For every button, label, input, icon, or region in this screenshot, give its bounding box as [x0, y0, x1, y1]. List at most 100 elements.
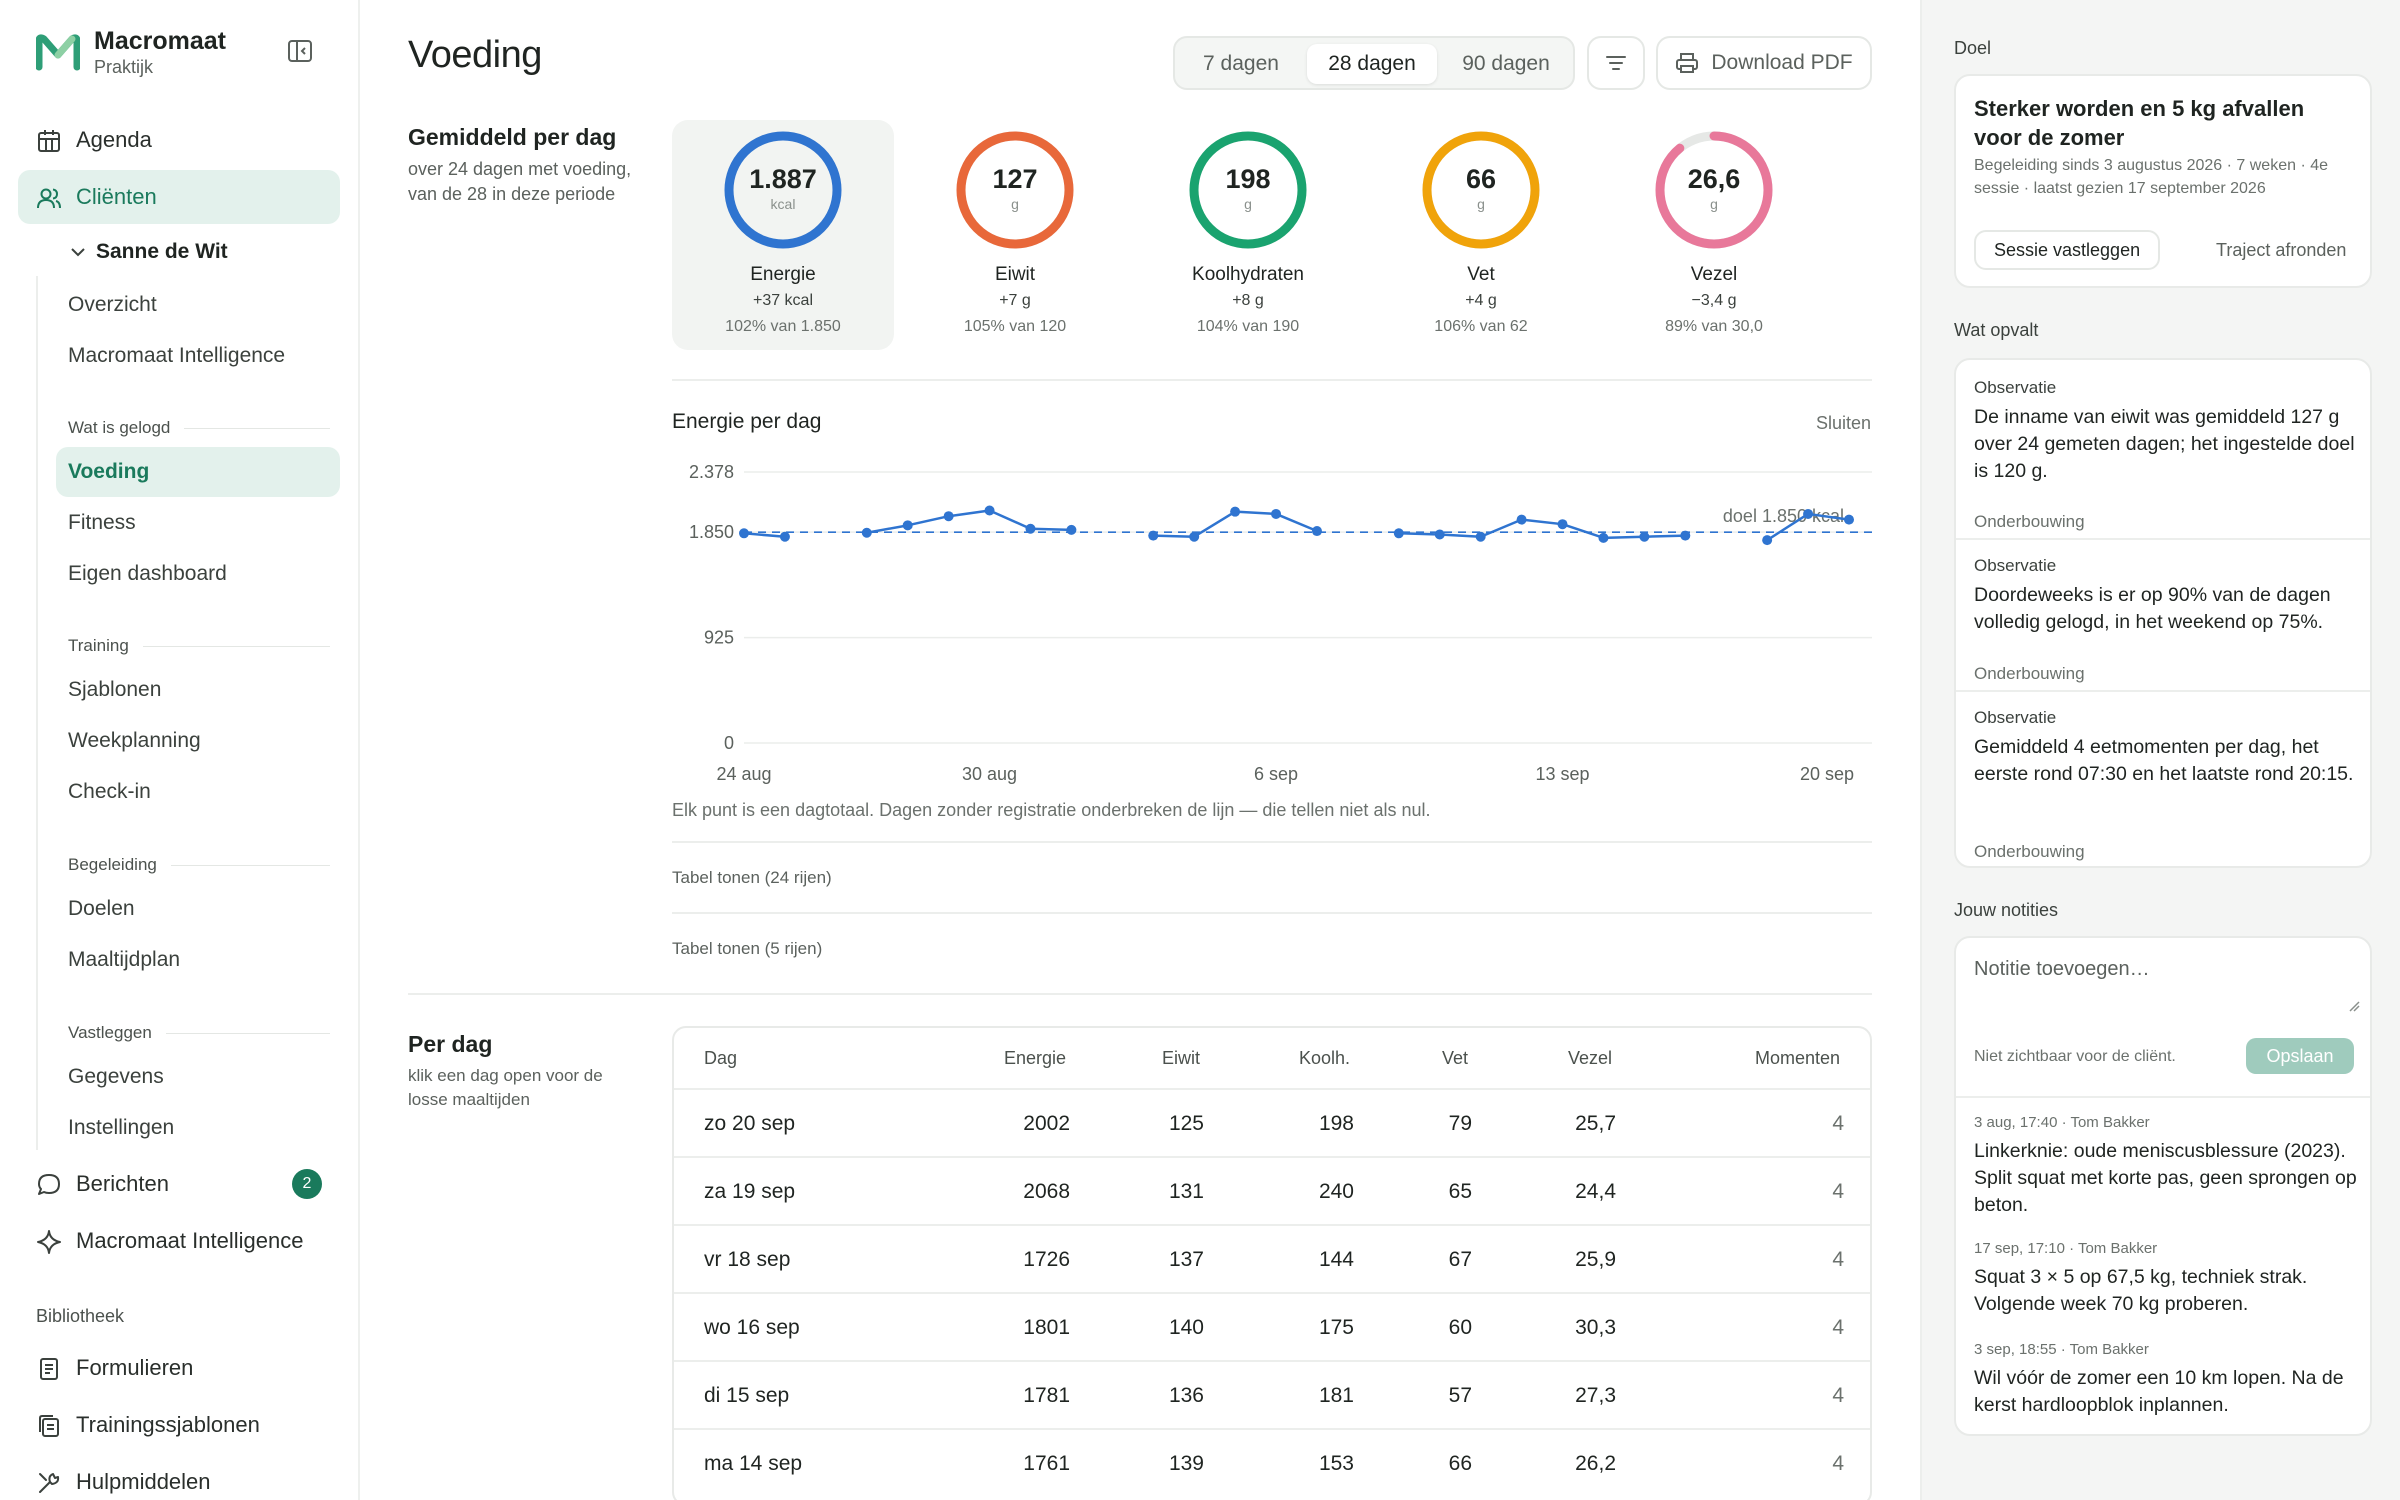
series-line — [866, 509, 1072, 534]
column-header[interactable]: Vezel — [1568, 1048, 1612, 1069]
nav-messages-label: Berichten — [76, 1171, 169, 1196]
nav-resources[interactable]: Hulpmiddelen — [18, 1455, 340, 1500]
data-point — [1516, 514, 1527, 525]
sidebar-item-checkin[interactable]: Check-in — [56, 767, 340, 817]
resize-handle-icon[interactable] — [2348, 1000, 2360, 1012]
sidebar-item-overview[interactable]: Overzicht — [56, 280, 340, 330]
record-session-button[interactable]: Sessie vastleggen — [1974, 230, 2161, 270]
tools-icon — [39, 1473, 60, 1493]
brand[interactable]: Macromaat Praktijk — [36, 26, 226, 78]
table-row[interactable]: zo 20 sep 2002 125 198 79 25,7 4 — [674, 1088, 1870, 1156]
range-28-days[interactable]: 28 dagen — [1307, 44, 1437, 84]
table-row[interactable]: di 15 sep 1781 136 181 57 27,3 4 — [674, 1360, 1870, 1428]
macro-2[interactable]: 198 g Koolhydraten +8 g 104% van 190 — [1137, 120, 1359, 350]
sidebar-item-goals[interactable]: Doelen — [56, 884, 340, 934]
observations-card: Observatie De inname van eiwit was gemid… — [1954, 358, 2372, 868]
table-cell: 4 — [1832, 1248, 1844, 1271]
download-pdf-button[interactable]: Download PDF — [1656, 36, 1872, 90]
client-name: Sanne de Wit — [96, 240, 228, 263]
note-text: Linkerknie: oude meniscusblessure (2023)… — [1974, 1140, 2357, 1216]
table-row[interactable]: ma 14 sep 1761 139 153 66 26,2 4 — [674, 1428, 1870, 1496]
energy-chart-title: Energie per dag — [672, 410, 822, 433]
column-header[interactable]: Koolh. — [1299, 1048, 1350, 1069]
sidebar-item-templates[interactable]: Sjablonen — [56, 665, 340, 715]
sidebar-item-label: Gegevens — [68, 1065, 164, 1088]
goal-title: Sterker worden en 5 kg afvallen voor de … — [1974, 96, 2305, 150]
table-cell: 125 — [1168, 1112, 1204, 1135]
table-cell: 1781 — [1023, 1384, 1070, 1407]
nav-training-templates[interactable]: Trainingssjablonen — [18, 1398, 340, 1452]
column-header[interactable]: Vet — [1442, 1048, 1468, 1069]
table-cell: 4 — [1832, 1452, 1844, 1475]
sidebar-item-week-planning[interactable]: Weekplanning — [56, 716, 340, 766]
note-input[interactable]: Notitie toevoegen… — [1974, 958, 2354, 981]
show-table-5-rows[interactable]: Tabel tonen (5 rijen) — [672, 939, 822, 959]
macro-1[interactable]: 127 g Eiwit +7 g 105% van 120 — [904, 120, 1126, 350]
data-point — [779, 531, 790, 542]
table-cell: 25,7 — [1575, 1112, 1616, 1135]
table-row[interactable]: za 19 sep 2068 131 240 65 24,4 4 — [674, 1156, 1870, 1224]
filter-button[interactable] — [1587, 36, 1645, 90]
per-day-subtitle: klik een dag open voor de losse maaltijd… — [408, 1066, 603, 1109]
macro-0[interactable]: 1.887 kcal Energie +37 kcal 102% van 1.850 — [672, 120, 894, 350]
nav-forms[interactable]: Formulieren — [18, 1341, 340, 1395]
x-tick-label: 30 aug — [962, 764, 1017, 784]
column-header[interactable]: Dag — [704, 1048, 737, 1069]
macro-unit: g — [1244, 196, 1252, 212]
chart-close-link[interactable]: Sluiten — [1816, 413, 1871, 434]
sidebar-item-fitness[interactable]: Fitness — [56, 498, 340, 548]
observation-text: De inname van eiwit was gemiddeld 127 g … — [1974, 406, 2355, 482]
data-point — [1066, 524, 1077, 535]
observation-link[interactable]: Onderbouwing — [1974, 842, 2085, 862]
observation-kicker: Observatie — [1974, 378, 2057, 397]
summary-title: Gemiddeld per dag — [408, 124, 617, 150]
sidebar-item-meal-plan[interactable]: Maaltijdplan — [56, 935, 340, 985]
nav-agenda-label: Agenda — [76, 127, 152, 152]
sidebar-item-intelligence[interactable]: Macromaat Intelligence — [56, 331, 340, 381]
macro-percentage: 89% van 30,0 — [1665, 318, 1763, 335]
sidebar-item-settings[interactable]: Instellingen — [56, 1103, 340, 1153]
calendar-icon — [38, 130, 60, 152]
table-cell: wo 16 sep — [704, 1316, 800, 1339]
tree-line — [36, 276, 38, 1150]
table-cell: 4 — [1832, 1316, 1844, 1339]
macro-name: Eiwit — [994, 264, 1036, 285]
sidebar-collapse-icon[interactable] — [286, 38, 314, 64]
observation-link[interactable]: Onderbouwing — [1974, 664, 2085, 684]
sidebar-item-nutrition[interactable]: Voeding — [56, 447, 340, 497]
nav-intelligence[interactable]: Macromaat Intelligence — [18, 1214, 340, 1268]
macro-3[interactable]: 66 g Vet +4 g 106% van 62 — [1370, 120, 1592, 350]
macro-name: Vet — [1467, 264, 1495, 285]
show-table-24-rows[interactable]: Tabel tonen (24 rijen) — [672, 868, 832, 888]
divider — [408, 993, 1872, 995]
range-7-days[interactable]: 7 dagen — [1181, 44, 1301, 84]
data-point — [1475, 531, 1486, 542]
observation-item: Observatie Gemiddeld 4 eetmomenten per d… — [1956, 708, 2370, 861]
column-header[interactable]: Eiwit — [1162, 1048, 1200, 1069]
table-row[interactable]: vr 18 sep 1726 137 144 67 25,9 4 — [674, 1224, 1870, 1292]
x-tick-label: 13 sep — [1535, 764, 1589, 784]
finish-track-button[interactable]: Traject afronden — [2216, 240, 2346, 261]
macro-4[interactable]: 26,6 g Vezel −3,4 g 89% van 30,0 — [1603, 120, 1825, 350]
macro-percentage: 105% van 120 — [963, 318, 1067, 335]
nav-clients[interactable]: Cliënten — [18, 170, 340, 224]
table-row[interactable]: wo 16 sep 1801 140 175 60 30,3 4 — [674, 1292, 1870, 1360]
observation-link[interactable]: Onderbouwing — [1974, 512, 2085, 532]
data-point — [1148, 530, 1159, 541]
messages-badge: 2 — [292, 1169, 322, 1199]
sidebar-item-label: Macromaat Intelligence — [68, 344, 286, 367]
table-cell: 60 — [1448, 1316, 1472, 1339]
sidebar-item-dashboard[interactable]: Eigen dashboard — [56, 549, 340, 599]
sidebar-item-data[interactable]: Gegevens — [56, 1052, 340, 1102]
client-toggle[interactable]: Sanne de Wit — [70, 240, 228, 264]
table-cell: 30,3 — [1575, 1316, 1616, 1339]
data-point — [1803, 508, 1814, 519]
table-cell: 25,9 — [1575, 1248, 1616, 1271]
column-header[interactable]: Momenten — [1755, 1048, 1840, 1069]
nav-agenda[interactable]: Agenda — [18, 113, 340, 167]
data-point — [1434, 529, 1445, 540]
range-90-days[interactable]: 90 dagen — [1443, 44, 1569, 84]
column-header[interactable]: Energie — [1004, 1048, 1066, 1069]
note-hint: Niet zichtbaar voor de cliënt. — [1974, 1048, 2176, 1065]
save-note-button[interactable]: Opslaan — [2246, 1038, 2354, 1074]
